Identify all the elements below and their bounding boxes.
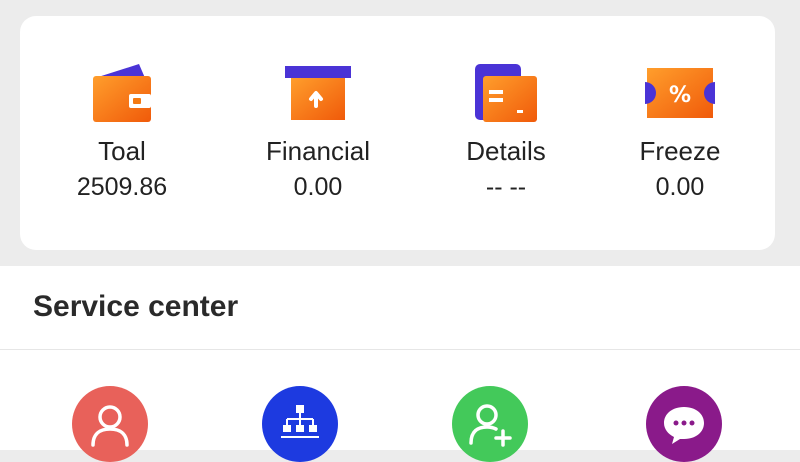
org-chart-icon [281, 405, 319, 438]
wallet-icon [93, 64, 151, 122]
service-center-title: Service center [33, 290, 239, 323]
add-user-icon [469, 404, 512, 447]
service-center-section: Service center [0, 266, 800, 462]
stat-total-label: Toal [98, 136, 146, 166]
stat-total-value: 2509.86 [76, 173, 168, 201]
stat-total[interactable]: Toal 2509.86 [37, 62, 207, 202]
summary-card: Toal 2509.86 Financial 0.00 Details -- -… [20, 16, 775, 250]
stat-financial-value: 0.00 [293, 173, 343, 201]
stat-freeze-label: Freeze [639, 136, 721, 166]
user-icon [91, 405, 129, 447]
details-wallet-icon [475, 64, 537, 122]
service-divider [0, 349, 800, 350]
service-team-button[interactable] [262, 386, 338, 462]
service-chat-button[interactable] [646, 386, 722, 462]
stat-details[interactable]: Details -- -- [421, 62, 591, 202]
service-profile-button[interactable] [72, 386, 148, 462]
stat-freeze[interactable]: % Freeze 0.00 [595, 62, 765, 202]
financial-box-icon [285, 66, 351, 120]
chat-bubble-icon [664, 407, 704, 444]
stat-financial-label: Financial [265, 136, 371, 166]
percent-ticket-icon: % [645, 68, 715, 118]
stat-details-value: -- -- [485, 173, 527, 201]
stat-financial[interactable]: Financial 0.00 [233, 62, 403, 202]
service-add-user-button[interactable] [452, 386, 528, 462]
stat-details-label: Details [466, 136, 546, 166]
svg-text:%: % [669, 83, 691, 108]
stat-freeze-value: 0.00 [655, 173, 705, 201]
